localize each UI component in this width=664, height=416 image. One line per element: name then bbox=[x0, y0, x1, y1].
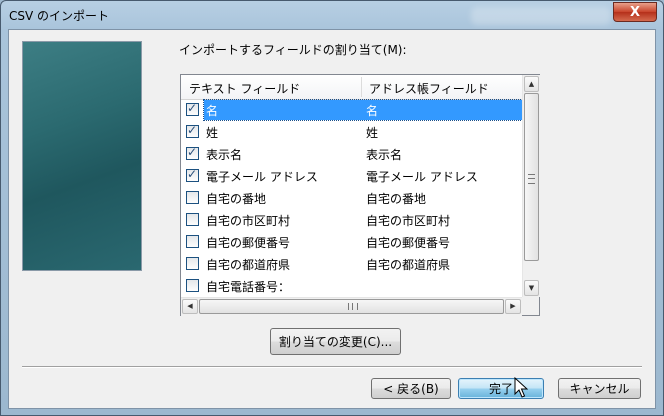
title-bar-glow bbox=[471, 7, 611, 25]
horizontal-scroll-thumb[interactable] bbox=[199, 299, 504, 314]
dialog-body: インポートするフィールドの割り当て(M): テキスト フィールド アドレス帳フィ… bbox=[8, 29, 656, 409]
checkbox-icon[interactable] bbox=[186, 279, 199, 292]
arrow-left-icon[interactable]: ◀ bbox=[182, 299, 198, 314]
arrow-up-icon[interactable]: ▲ bbox=[524, 76, 539, 92]
checkbox-icon[interactable] bbox=[186, 123, 199, 138]
finish-button[interactable]: 完了 bbox=[458, 378, 544, 399]
column-header-text-field[interactable]: テキスト フィールド bbox=[189, 80, 300, 97]
checkbox-icon[interactable] bbox=[186, 167, 199, 182]
list-item[interactable]: 自宅電話番号： bbox=[181, 275, 522, 297]
checkbox-icon[interactable] bbox=[186, 235, 199, 248]
mouse-pointer-icon bbox=[514, 377, 528, 398]
selection-highlight bbox=[203, 99, 523, 121]
text-field-cell: 自宅の郵便番号 bbox=[206, 236, 291, 250]
address-book-field-cell: 姓 bbox=[366, 126, 379, 140]
text-field-cell: 自宅の市区町村 bbox=[206, 214, 291, 228]
title-bar[interactable]: CSV のインポート X bbox=[1, 1, 663, 29]
list-item[interactable]: 電子メール アドレス 電子メール アドレス bbox=[181, 165, 522, 187]
scrollbar-corner bbox=[522, 297, 539, 315]
text-field-cell: 名 bbox=[206, 104, 219, 118]
text-field-cell: 自宅の都道府県 bbox=[206, 258, 291, 272]
field-mapping-label: インポートするフィールドの割り当て(M): bbox=[179, 43, 407, 57]
change-mapping-button[interactable]: 割り当ての変更(C)... bbox=[270, 328, 401, 355]
address-book-field-cell: 電子メール アドレス bbox=[366, 170, 478, 184]
address-book-field-cell: 自宅の市区町村 bbox=[366, 214, 451, 228]
list-item[interactable]: 自宅の都道府県 自宅の都道府県 bbox=[181, 253, 522, 275]
import-csv-dialog: CSV のインポート X インポートするフィールドの割り当て(M): テキスト … bbox=[0, 0, 664, 416]
text-field-cell: 自宅電話番号： bbox=[206, 280, 291, 294]
field-mapping-list[interactable]: テキスト フィールド アドレス帳フィールド 名名姓姓表示名表示名電子メール アド… bbox=[180, 74, 540, 316]
button-separator bbox=[22, 366, 642, 368]
checkbox-icon[interactable] bbox=[186, 145, 199, 160]
text-field-cell: 姓 bbox=[206, 126, 219, 140]
address-book-field-cell: 自宅の郵便番号 bbox=[366, 236, 451, 250]
address-book-field-cell: 自宅の番地 bbox=[366, 192, 427, 206]
list-item[interactable]: 自宅の市区町村 自宅の市区町村 bbox=[181, 209, 522, 231]
address-book-field-cell: 名 bbox=[366, 104, 379, 118]
checkbox-icon[interactable] bbox=[186, 213, 199, 226]
close-icon: X bbox=[629, 4, 641, 20]
column-header-address-book-field[interactable]: アドレス帳フィールド bbox=[369, 80, 489, 97]
checkbox-icon[interactable] bbox=[186, 191, 199, 204]
text-field-cell: 表示名 bbox=[206, 148, 243, 162]
text-field-cell: 電子メール アドレス bbox=[206, 170, 318, 184]
list-item[interactable]: 自宅の郵便番号 自宅の郵便番号 bbox=[181, 231, 522, 253]
column-divider[interactable] bbox=[361, 77, 362, 97]
horizontal-scrollbar[interactable]: ◀ ▶ bbox=[181, 297, 522, 316]
arrow-down-icon[interactable]: ▼ bbox=[524, 280, 539, 296]
arrow-right-icon[interactable]: ▶ bbox=[505, 299, 521, 314]
checkbox-icon[interactable] bbox=[186, 257, 199, 270]
window-title: CSV のインポート bbox=[9, 9, 110, 23]
list-item[interactable]: 名名 bbox=[181, 99, 523, 121]
list-item[interactable]: 自宅の番地 自宅の番地 bbox=[181, 187, 522, 209]
grip-icon bbox=[528, 174, 535, 184]
back-button[interactable]: < 戻る(B) bbox=[371, 378, 451, 399]
list-item[interactable]: 表示名 表示名 bbox=[181, 143, 522, 165]
vertical-scroll-thumb[interactable] bbox=[524, 93, 539, 261]
address-book-field-cell: 自宅の都道府県 bbox=[366, 258, 451, 272]
cancel-button[interactable]: キャンセル bbox=[558, 378, 641, 399]
text-field-cell: 自宅の番地 bbox=[206, 192, 267, 206]
vertical-scrollbar[interactable]: ▲ ▼ bbox=[522, 75, 540, 297]
list-rows: 名名姓姓表示名表示名電子メール アドレス電子メール アドレス自宅の番地自宅の番地… bbox=[181, 99, 523, 297]
address-book-field-cell: 表示名 bbox=[366, 148, 403, 162]
list-header: テキスト フィールド アドレス帳フィールド bbox=[181, 75, 522, 100]
grip-icon bbox=[348, 303, 358, 310]
close-button[interactable]: X bbox=[613, 2, 657, 22]
list-item[interactable]: 姓姓 bbox=[181, 121, 522, 143]
checkbox-icon[interactable] bbox=[186, 101, 199, 116]
wizard-banner-image bbox=[22, 41, 142, 271]
